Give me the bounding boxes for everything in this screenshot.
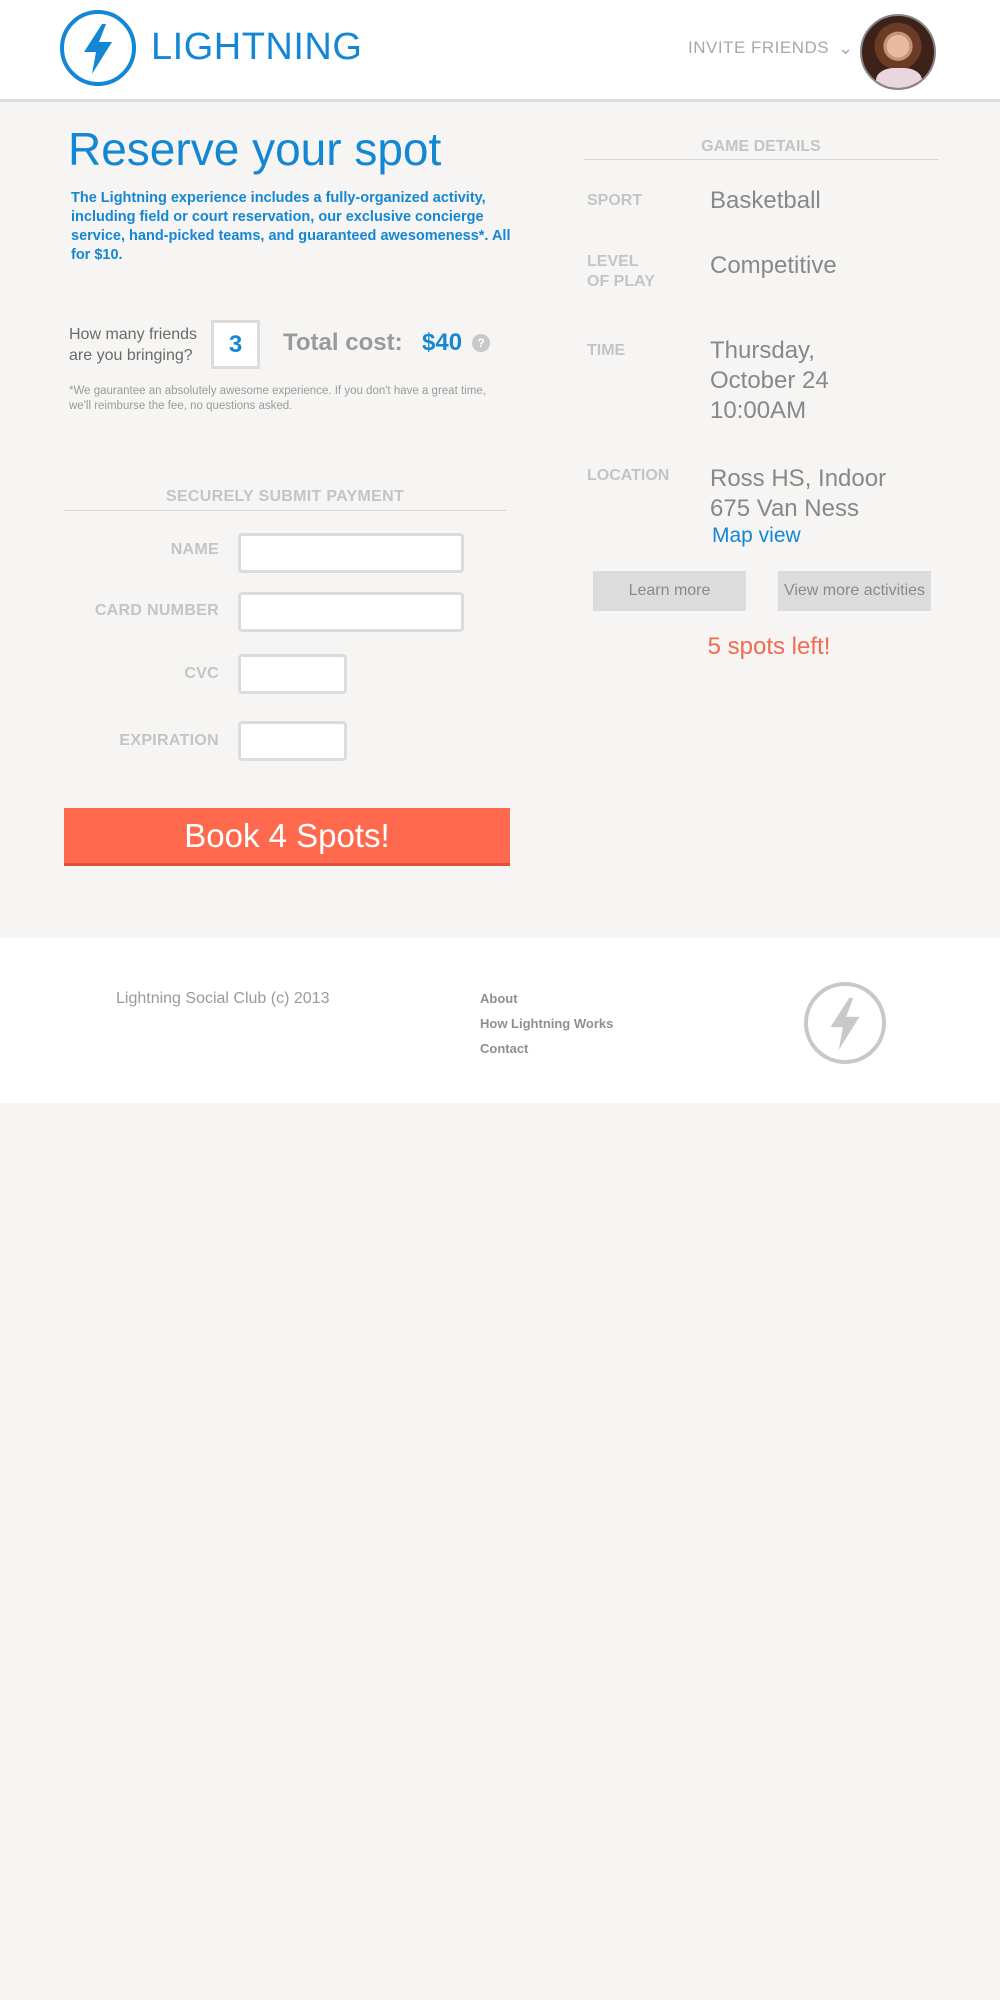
user-avatar[interactable] xyxy=(860,14,936,90)
card-number-field[interactable] xyxy=(238,592,464,632)
location-value: Ross HS, Indoor 675 Van Ness xyxy=(710,464,950,524)
chevron-down-icon[interactable]: ⌄ xyxy=(838,38,853,59)
map-view-link[interactable]: Map view xyxy=(712,524,801,548)
expiration-label: EXPIRATION xyxy=(119,732,219,749)
game-details-heading: GAME DETAILS xyxy=(701,138,821,155)
name-field[interactable] xyxy=(238,533,464,573)
location-venue: Ross HS, Indoor xyxy=(710,465,887,492)
footer: Lightning Social Club (c) 2013 About How… xyxy=(0,938,1000,1103)
level-label-line2: OF PLAY xyxy=(587,273,655,290)
brand-name[interactable]: LIGHTNING xyxy=(151,26,362,69)
time-value: Thursday, October 24 10:00AM xyxy=(710,336,950,426)
friends-count-input[interactable]: 3 xyxy=(211,320,260,369)
level-label: LEVEL OF PLAY xyxy=(587,252,697,292)
footer-lightning-logo-icon xyxy=(804,982,886,1064)
intro-text: The Lightning experience includes a full… xyxy=(71,190,511,263)
top-header: LIGHTNING INVITE FRIENDS ⌄ xyxy=(0,0,1000,102)
level-label-line1: LEVEL xyxy=(587,253,639,270)
friends-count-label: How many friends are you bringing? xyxy=(69,326,198,364)
spots-left-status: 5 spots left! xyxy=(707,633,831,660)
sport-value: Basketball xyxy=(710,187,821,214)
footer-link-about[interactable]: About xyxy=(480,992,613,1006)
help-icon[interactable]: ? xyxy=(472,334,490,352)
time-day: Thursday, xyxy=(710,337,815,364)
learn-more-button[interactable]: Learn more xyxy=(593,571,746,611)
cvc-label: CVC xyxy=(184,665,219,682)
guarantee-note: *We gaurantee an absolutely awesome expe… xyxy=(69,385,486,412)
book-spots-button[interactable]: Book 4 Spots! xyxy=(64,808,510,866)
game-details-divider xyxy=(584,159,938,160)
total-cost-label: Total cost: xyxy=(283,329,403,356)
name-label: NAME xyxy=(170,541,219,558)
payment-divider xyxy=(64,510,506,511)
sport-label: SPORT xyxy=(587,192,643,209)
total-cost-value: $40 xyxy=(422,329,463,356)
footer-links: About How Lightning Works Contact xyxy=(480,992,613,1067)
invite-friends-link[interactable]: INVITE FRIENDS xyxy=(688,38,829,58)
page-title: Reserve your spot xyxy=(68,123,442,175)
time-hour: 10:00AM xyxy=(710,397,807,424)
view-more-activities-button[interactable]: View more activities xyxy=(778,571,931,611)
card-number-label: CARD NUMBER xyxy=(94,602,219,619)
cvc-field[interactable] xyxy=(238,654,347,694)
copyright-text: Lightning Social Club (c) 2013 xyxy=(116,990,330,1007)
time-date: October 24 xyxy=(710,367,829,394)
footer-link-contact[interactable]: Contact xyxy=(480,1042,613,1056)
location-address: 675 Van Ness xyxy=(710,495,859,522)
expiration-field[interactable] xyxy=(238,721,347,761)
avatar-shirt xyxy=(876,68,922,88)
level-value: Competitive xyxy=(710,252,837,279)
footer-link-how-it-works[interactable]: How Lightning Works xyxy=(480,1017,613,1031)
payment-heading: SECURELY SUBMIT PAYMENT xyxy=(165,488,405,505)
lightning-logo-icon[interactable] xyxy=(60,10,136,86)
location-label: LOCATION xyxy=(587,467,670,484)
time-label: TIME xyxy=(587,342,626,359)
